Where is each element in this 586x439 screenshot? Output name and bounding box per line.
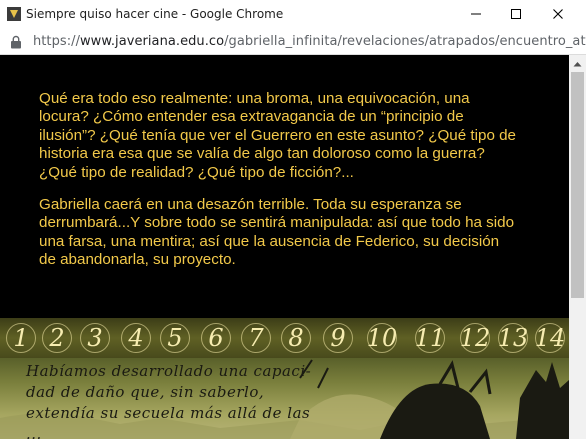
window-titlebar: Siempre quiso hacer cine - Google Chrome bbox=[0, 0, 586, 28]
handwritten-artwork: Habíamos desarrollado una capaci- dad de… bbox=[0, 358, 569, 439]
url-host: www.javeriana.edu.co bbox=[80, 34, 225, 49]
chapter-number: 3 bbox=[87, 324, 103, 352]
vertical-scrollbar[interactable] bbox=[569, 55, 586, 439]
chapter-link-11[interactable]: 11 bbox=[410, 318, 450, 358]
chapter-number: 5 bbox=[167, 324, 183, 352]
chapter-link-1[interactable]: 1 bbox=[1, 318, 41, 358]
chapter-number: 6 bbox=[208, 324, 224, 352]
chapter-number: 1 bbox=[13, 324, 29, 352]
minimize-icon bbox=[471, 13, 481, 15]
chapter-number: 2 bbox=[49, 324, 65, 352]
scroll-thumb[interactable] bbox=[571, 72, 584, 298]
chapter-number: 10 bbox=[366, 324, 398, 352]
chapter-link-7[interactable]: 7 bbox=[236, 318, 276, 358]
chapter-link-5[interactable]: 5 bbox=[155, 318, 195, 358]
chapter-number: 13 bbox=[497, 324, 529, 352]
chapter-link-3[interactable]: 3 bbox=[75, 318, 115, 358]
handwritten-line: dad de daño que, sin saberlo, bbox=[26, 383, 265, 401]
chapter-link-9[interactable]: 9 bbox=[318, 318, 358, 358]
chapter-link-12[interactable]: 12 bbox=[455, 318, 495, 358]
chapter-link-4[interactable]: 4 bbox=[116, 318, 156, 358]
paragraph-gabriella: Gabriella caerá en una desazón terrible.… bbox=[39, 196, 515, 269]
chapter-link-10[interactable]: 10 bbox=[362, 318, 402, 358]
maximize-icon bbox=[511, 9, 521, 19]
close-button[interactable] bbox=[538, 0, 578, 28]
app-icon bbox=[7, 7, 21, 21]
chapter-number: 8 bbox=[288, 324, 304, 352]
url-path: /gabriella_infinita/revelaciones/atrapad… bbox=[224, 34, 586, 49]
scroll-up-button[interactable] bbox=[569, 55, 586, 72]
lock-icon[interactable] bbox=[10, 35, 22, 49]
chapter-number: 12 bbox=[459, 324, 491, 352]
chapter-number: 14 bbox=[534, 324, 566, 352]
minimize-button[interactable] bbox=[456, 0, 496, 28]
chapter-number: 11 bbox=[414, 324, 446, 352]
chapter-link-6[interactable]: 6 bbox=[196, 318, 236, 358]
chevron-up-icon bbox=[573, 61, 582, 66]
url-text[interactable]: https://www.javeriana.edu.co/gabriella_i… bbox=[33, 34, 586, 49]
chapter-nav: 1 2 3 4 5 6 7 8 9 10 11 12 13 14 bbox=[0, 318, 569, 358]
close-icon bbox=[553, 9, 563, 19]
url-scheme: https:// bbox=[33, 34, 80, 49]
paragraph-questions: Qué era todo eso realmente: una broma, u… bbox=[39, 90, 516, 181]
page-content: Qué era todo eso realmente: una broma, u… bbox=[0, 55, 569, 439]
chapter-link-13[interactable]: 13 bbox=[493, 318, 533, 358]
handwritten-line: extendía su secuela más allá de las bbox=[26, 404, 311, 422]
maximize-button[interactable] bbox=[496, 0, 536, 28]
chapter-number: 4 bbox=[128, 324, 144, 352]
chapter-link-2[interactable]: 2 bbox=[37, 318, 77, 358]
chapter-link-8[interactable]: 8 bbox=[276, 318, 316, 358]
chapter-number: 7 bbox=[248, 324, 264, 352]
window-title: Siempre quiso hacer cine - Google Chrome bbox=[26, 7, 284, 21]
handwritten-line: ... bbox=[26, 425, 42, 439]
chapter-number: 9 bbox=[330, 324, 346, 352]
chapter-link-14[interactable]: 14 bbox=[530, 318, 569, 358]
handwritten-line: Habíamos desarrollado una capaci- bbox=[26, 362, 312, 380]
address-bar[interactable]: https://www.javeriana.edu.co/gabriella_i… bbox=[0, 28, 586, 55]
